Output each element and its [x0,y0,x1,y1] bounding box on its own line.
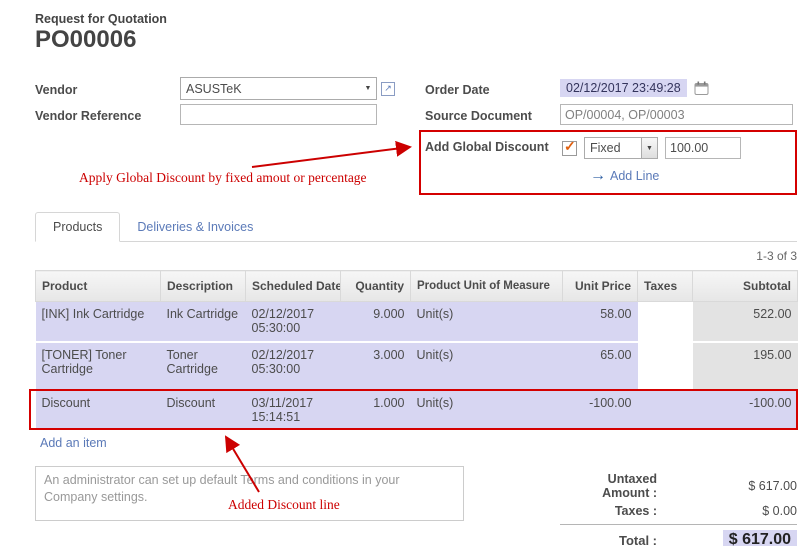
chevron-down-icon[interactable]: ▼ [360,85,376,92]
total-value: $ 617.00 [657,530,797,546]
cell-taxes[interactable] [638,342,693,390]
add-an-item-link[interactable]: Add an item [40,436,107,450]
cell-quantity[interactable]: 1.000 [341,390,411,430]
calendar-icon[interactable] [694,81,709,95]
add-line-arrow-icon: → [590,167,606,185]
cell-taxes[interactable] [638,390,693,430]
cell-subtotal[interactable]: -100.00 [693,390,798,430]
rfq-form-page: Request for Quotation PO00006 Vendor ASU… [0,0,810,546]
cell-quantity[interactable]: 3.000 [341,342,411,390]
taxes-row: Taxes : $ 0.00 [560,502,797,520]
order-date-field: 02/12/2017 23:49:28 [560,79,709,97]
tab-deliveries-invoices[interactable]: Deliveries & Invoices [120,213,270,241]
cell-description[interactable]: Ink Cartridge [161,302,246,342]
col-header-description[interactable]: Description [161,271,246,302]
annotation-discount-line: Added Discount line [228,497,340,513]
cell-unit-price[interactable]: -100.00 [563,390,638,430]
col-header-scheduled-date[interactable]: Scheduled Date [246,271,341,302]
total-amount: $ 617.00 [723,530,797,546]
untaxed-amount-value: $ 617.00 [657,479,797,493]
checkmark-icon: ✓ [564,138,576,155]
external-link-icon[interactable]: ↗ [381,82,395,96]
global-discount-controls: ✓ Fixed ▼ [562,137,741,159]
order-date-label: Order Date [425,83,490,97]
table-row-ink-cartridge[interactable]: [INK] Ink Cartridge Ink Cartridge 02/12/… [36,302,798,342]
vendor-field: ASUSTeK ▼ ↗ [180,77,395,100]
cell-uom[interactable]: Unit(s) [411,302,563,342]
cell-description[interactable]: Toner Cartridge [161,342,246,390]
totals-panel: Untaxed Amount : $ 617.00 Taxes : $ 0.00… [560,470,797,546]
add-line-label: Add Line [610,169,659,183]
order-date-value[interactable]: 02/12/2017 23:49:28 [560,79,687,97]
cell-scheduled-date[interactable]: 02/12/2017 05:30:00 [246,302,341,342]
source-document-label: Source Document [425,109,532,123]
document-type-label: Request for Quotation [35,12,167,26]
list-pager: 1-3 of 3 [756,249,797,263]
vendor-label: Vendor [35,83,77,97]
cell-scheduled-date[interactable]: 02/12/2017 05:30:00 [246,342,341,390]
page-title: PO00006 [35,26,136,54]
tab-products[interactable]: Products [35,212,120,242]
cell-uom[interactable]: Unit(s) [411,342,563,390]
table-header-row: Product Description Scheduled Date Quant… [36,271,798,302]
total-row: Total : $ 617.00 [560,528,797,546]
cell-subtotal[interactable]: 522.00 [693,302,798,342]
annotation-global-discount: Apply Global Discount by fixed amout or … [79,170,367,186]
col-header-quantity[interactable]: Quantity [341,271,411,302]
cell-scheduled-date[interactable]: 03/11/2017 15:14:51 [246,390,341,430]
chevron-down-icon[interactable]: ▼ [641,138,657,158]
col-header-uom[interactable]: Product Unit of Measure [411,271,563,302]
cell-product[interactable]: [INK] Ink Cartridge [36,302,161,342]
cell-unit-price[interactable]: 65.00 [563,342,638,390]
vendor-select[interactable]: ASUSTeK ▼ [180,77,377,100]
cell-taxes[interactable] [638,302,693,342]
taxes-value: $ 0.00 [657,504,797,518]
total-label: Total : [560,533,657,546]
cell-description[interactable]: Discount [161,390,246,430]
vendor-reference-label: Vendor Reference [35,109,141,123]
table-row-toner-cartridge[interactable]: [TONER] Toner Cartridge Toner Cartridge … [36,342,798,390]
untaxed-amount-label: Untaxed Amount : [560,472,657,500]
global-discount-label: Add Global Discount [425,140,549,154]
discount-type-value: Fixed [585,141,641,155]
global-discount-checkbox[interactable]: ✓ [562,141,577,156]
totals-divider [560,524,797,525]
source-document-input[interactable] [560,104,793,125]
taxes-label: Taxes : [560,504,657,518]
col-header-unit-price[interactable]: Unit Price [563,271,638,302]
discount-type-select[interactable]: Fixed ▼ [584,137,658,159]
col-header-taxes[interactable]: Taxes [638,271,693,302]
table-row-discount[interactable]: Discount Discount 03/11/2017 15:14:51 1.… [36,390,798,430]
notebook-tabs: Products Deliveries & Invoices [35,212,797,242]
vendor-reference-input[interactable] [180,104,377,125]
col-header-product[interactable]: Product [36,271,161,302]
add-line-link[interactable]: → Add Line [590,167,659,185]
vendor-select-value: ASUSTeK [181,82,360,96]
order-lines-table: Product Description Scheduled Date Quant… [35,270,798,431]
cell-product[interactable]: Discount [36,390,161,430]
cell-product[interactable]: [TONER] Toner Cartridge [36,342,161,390]
cell-subtotal[interactable]: 195.00 [693,342,798,390]
cell-unit-price[interactable]: 58.00 [563,302,638,342]
cell-quantity[interactable]: 9.000 [341,302,411,342]
discount-amount-input[interactable] [665,137,741,159]
cell-uom[interactable]: Unit(s) [411,390,563,430]
untaxed-amount-row: Untaxed Amount : $ 617.00 [560,470,797,502]
col-header-subtotal[interactable]: Subtotal [693,271,798,302]
